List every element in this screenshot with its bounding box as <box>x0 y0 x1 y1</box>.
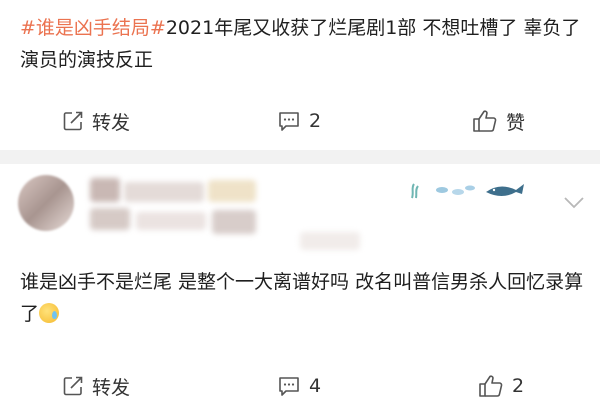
blurred-user-badge <box>136 212 206 230</box>
comment-like-count: 2 <box>512 375 525 397</box>
section-divider <box>0 150 600 164</box>
post-action-bar: 转发 2 赞 <box>0 99 600 143</box>
blurred-username <box>124 182 204 202</box>
comment-repost-label: 转发 <box>92 376 131 399</box>
post-comment-count: 2 <box>309 110 322 132</box>
post-text: #谁是凶手结局#2021年尾又收获了烂尾剧1部 不想吐槽了 辜负了演员的演技反正 <box>20 12 590 76</box>
comment-body: 谁是凶手不是烂尾 是整个一大离谱好吗 改名叫普信男杀人回忆录算了 <box>20 271 584 325</box>
post-like-label: 赞 <box>506 111 526 134</box>
post-comment-button[interactable]: 2 <box>277 110 321 132</box>
card-decoration-fish-icon <box>411 183 524 199</box>
blurred-user-badge <box>212 210 256 234</box>
comment-action-bar: 转发 4 2 <box>0 364 600 408</box>
post-hashtag[interactable]: #谁是凶手结局# <box>20 17 166 39</box>
comment-like-button[interactable]: 2 <box>478 374 524 398</box>
blurred-username <box>90 178 120 202</box>
comment-icon <box>279 112 299 131</box>
post-repost-label: 转发 <box>92 111 131 134</box>
comment-repost-button[interactable]: 转发 <box>62 373 130 400</box>
repost-icon <box>63 376 83 396</box>
thumbs-up-icon <box>479 375 503 397</box>
blurred-timestamp <box>300 232 360 250</box>
repost-icon <box>63 111 83 131</box>
thumbs-up-icon <box>473 110 497 132</box>
comment-comment-button[interactable]: 4 <box>277 375 321 397</box>
post-like-button[interactable]: 赞 <box>472 108 525 135</box>
post-repost-button[interactable]: 转发 <box>62 108 130 135</box>
comment-text: 谁是凶手不是烂尾 是整个一大离谱好吗 改名叫普信男杀人回忆录算了 <box>20 266 590 330</box>
blurred-username <box>208 180 256 202</box>
blurred-user-badge <box>90 208 130 230</box>
chevron-down-icon[interactable] <box>563 196 585 210</box>
comment-comment-count: 4 <box>309 375 322 397</box>
sweat-emoji-icon <box>39 303 60 323</box>
comment-icon <box>279 377 299 396</box>
avatar[interactable] <box>18 175 74 231</box>
